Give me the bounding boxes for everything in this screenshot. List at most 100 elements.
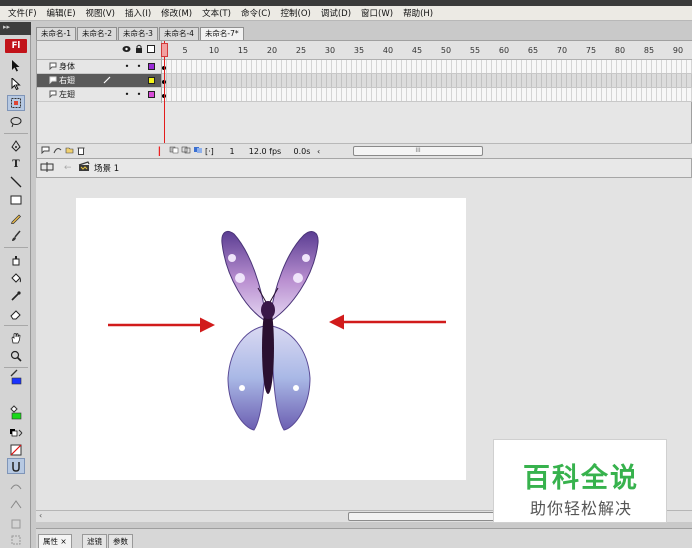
menu-view[interactable]: 视图(V) bbox=[81, 7, 120, 19]
tab-parameters[interactable]: 参数 bbox=[108, 534, 133, 548]
lasso-tool-icon[interactable] bbox=[7, 114, 25, 130]
menu-file[interactable]: 文件(F) bbox=[3, 7, 42, 19]
frame-row[interactable] bbox=[162, 88, 692, 102]
eraser-tool-icon[interactable] bbox=[7, 306, 25, 322]
brush-tool-icon[interactable] bbox=[7, 228, 25, 244]
tools-panel: ▸▸ Fl T bbox=[0, 22, 31, 548]
ruler-frame-number: 10 bbox=[208, 46, 220, 55]
close-icon[interactable]: × bbox=[60, 537, 66, 546]
menu-commands[interactable]: 命令(C) bbox=[236, 7, 276, 19]
timeline-toggle-icon[interactable] bbox=[40, 161, 58, 176]
swap-colors-icon[interactable] bbox=[7, 426, 25, 442]
document-tab-3[interactable]: 未命名-3 bbox=[117, 27, 158, 40]
eyedropper-tool-icon[interactable] bbox=[7, 288, 25, 304]
stage-canvas[interactable] bbox=[76, 198, 466, 480]
outline-all-icon[interactable] bbox=[147, 45, 155, 56]
menu-control[interactable]: 控制(O) bbox=[276, 7, 316, 19]
document-tab-7-active[interactable]: 未命名-7* bbox=[199, 27, 244, 40]
tool-divider bbox=[4, 367, 28, 368]
subselection-tool-icon[interactable] bbox=[7, 76, 25, 92]
text-tool-icon[interactable]: T bbox=[7, 156, 25, 172]
menu-bar: 文件(F) 编辑(E) 视图(V) 插入(I) 修改(M) 文本(T) 命令(C… bbox=[0, 6, 692, 21]
menu-edit[interactable]: 编辑(E) bbox=[42, 7, 81, 19]
tab-properties[interactable]: 属性 × bbox=[38, 534, 72, 548]
layer-lock-dot[interactable]: • bbox=[133, 62, 145, 71]
layer-row-selected[interactable]: 右翅 bbox=[37, 74, 161, 88]
stroke-color-icon[interactable] bbox=[7, 369, 25, 385]
center-frame-icon[interactable]: ┃ bbox=[157, 147, 169, 156]
lock-all-icon[interactable] bbox=[135, 44, 143, 57]
layer-visibility-dot[interactable]: • bbox=[121, 62, 133, 71]
scroll-left-icon[interactable]: ‹ bbox=[317, 147, 327, 156]
layer-lock-dot[interactable]: • bbox=[133, 90, 145, 99]
line-tool-icon[interactable] bbox=[7, 174, 25, 190]
onion-skin-icon[interactable] bbox=[169, 146, 181, 156]
layer-outline-color[interactable] bbox=[148, 91, 155, 98]
layer-row[interactable]: 身体 • • bbox=[37, 60, 161, 74]
add-motion-guide-icon[interactable] bbox=[53, 146, 65, 156]
ink-bottle-tool-icon[interactable] bbox=[7, 252, 25, 268]
pen-tool-icon[interactable] bbox=[7, 138, 25, 154]
ruler-frame-number: 5 bbox=[182, 46, 188, 55]
ruler-frame-number: 50 bbox=[440, 46, 452, 55]
layer-name[interactable]: 左翅 bbox=[59, 89, 121, 100]
insert-layer-icon[interactable] bbox=[41, 146, 53, 156]
onion-skin-outlines-icon[interactable] bbox=[181, 146, 193, 156]
layer-outline-color[interactable] bbox=[148, 63, 155, 70]
document-tab-4[interactable]: 未命名-4 bbox=[158, 27, 199, 40]
tool-divider bbox=[4, 325, 28, 326]
pencil-tool-icon[interactable] bbox=[7, 210, 25, 226]
timeline-scroll-thumb[interactable]: III bbox=[353, 146, 483, 156]
scale-option-icon bbox=[7, 532, 25, 548]
straighten-icon bbox=[7, 496, 25, 512]
ruler-frame-number: 65 bbox=[527, 46, 539, 55]
back-arrow-icon[interactable]: ← bbox=[64, 163, 78, 173]
snap-to-objects-icon[interactable] bbox=[7, 458, 25, 474]
rectangle-tool-icon[interactable] bbox=[7, 192, 25, 208]
free-transform-tool-icon[interactable] bbox=[7, 95, 25, 111]
fill-color-icon[interactable] bbox=[7, 404, 25, 420]
frame-ruler[interactable]: 5 10 15 20 25 30 35 40 45 50 55 60 65 70 75 80 85 90 bbox=[162, 41, 692, 60]
menu-insert[interactable]: 插入(I) bbox=[120, 7, 156, 19]
layer-name[interactable]: 身体 bbox=[59, 61, 121, 72]
layer-row[interactable]: 左翅 • • bbox=[37, 88, 161, 102]
ruler-frame-number: 80 bbox=[614, 46, 626, 55]
playhead-handle[interactable] bbox=[161, 43, 168, 57]
tab-filters[interactable]: 滤镜 bbox=[82, 534, 107, 548]
menu-text[interactable]: 文本(T) bbox=[197, 7, 236, 19]
document-tab-strip: 未命名-1 未命名-2 未命名-3 未命名-4 未命名-7* bbox=[36, 26, 692, 40]
menu-modify[interactable]: 修改(M) bbox=[156, 7, 197, 19]
menu-debug[interactable]: 调试(D) bbox=[316, 7, 356, 19]
scene-name[interactable]: 场景 1 bbox=[94, 162, 119, 174]
pencil-edit-icon bbox=[103, 75, 121, 86]
layer-visibility-dot[interactable]: • bbox=[121, 90, 133, 99]
menu-window[interactable]: 窗口(W) bbox=[356, 7, 398, 19]
tools-panel-grip[interactable]: ▸▸ bbox=[0, 22, 31, 35]
playhead[interactable] bbox=[161, 41, 168, 159]
frames-area[interactable]: 5 10 15 20 25 30 35 40 45 50 55 60 65 70 75 80 85 90 bbox=[161, 41, 692, 159]
insert-folder-icon[interactable] bbox=[65, 146, 77, 156]
document-tab-1[interactable]: 未命名-1 bbox=[36, 27, 76, 40]
show-hide-all-icon[interactable] bbox=[122, 45, 131, 56]
paint-bucket-tool-icon[interactable] bbox=[7, 270, 25, 286]
no-color-icon[interactable] bbox=[7, 442, 25, 458]
menu-help[interactable]: 帮助(H) bbox=[398, 7, 438, 19]
frame-row[interactable] bbox=[162, 74, 692, 88]
scroll-left-arrow-icon[interactable]: ‹ bbox=[39, 511, 42, 520]
document-tab-2[interactable]: 未命名-2 bbox=[76, 27, 117, 40]
layer-outline-color[interactable] bbox=[148, 77, 155, 84]
selection-tool-icon[interactable] bbox=[7, 58, 25, 74]
ruler-frame-number: 60 bbox=[498, 46, 510, 55]
ruler-frame-number: 30 bbox=[324, 46, 336, 55]
hand-tool-icon[interactable] bbox=[7, 330, 25, 346]
frame-row[interactable] bbox=[162, 60, 692, 74]
butterfly-image[interactable] bbox=[221, 230, 319, 431]
edit-multiple-frames-icon[interactable] bbox=[193, 146, 205, 156]
delete-layer-icon[interactable] bbox=[77, 146, 89, 157]
ruler-frame-number: 75 bbox=[585, 46, 597, 55]
smooth-icon bbox=[7, 478, 25, 494]
tool-divider bbox=[4, 247, 28, 248]
zoom-tool-icon[interactable] bbox=[7, 348, 25, 364]
layer-name[interactable]: 右翅 bbox=[59, 75, 103, 86]
modify-onion-markers-icon[interactable]: [·] bbox=[205, 147, 221, 156]
